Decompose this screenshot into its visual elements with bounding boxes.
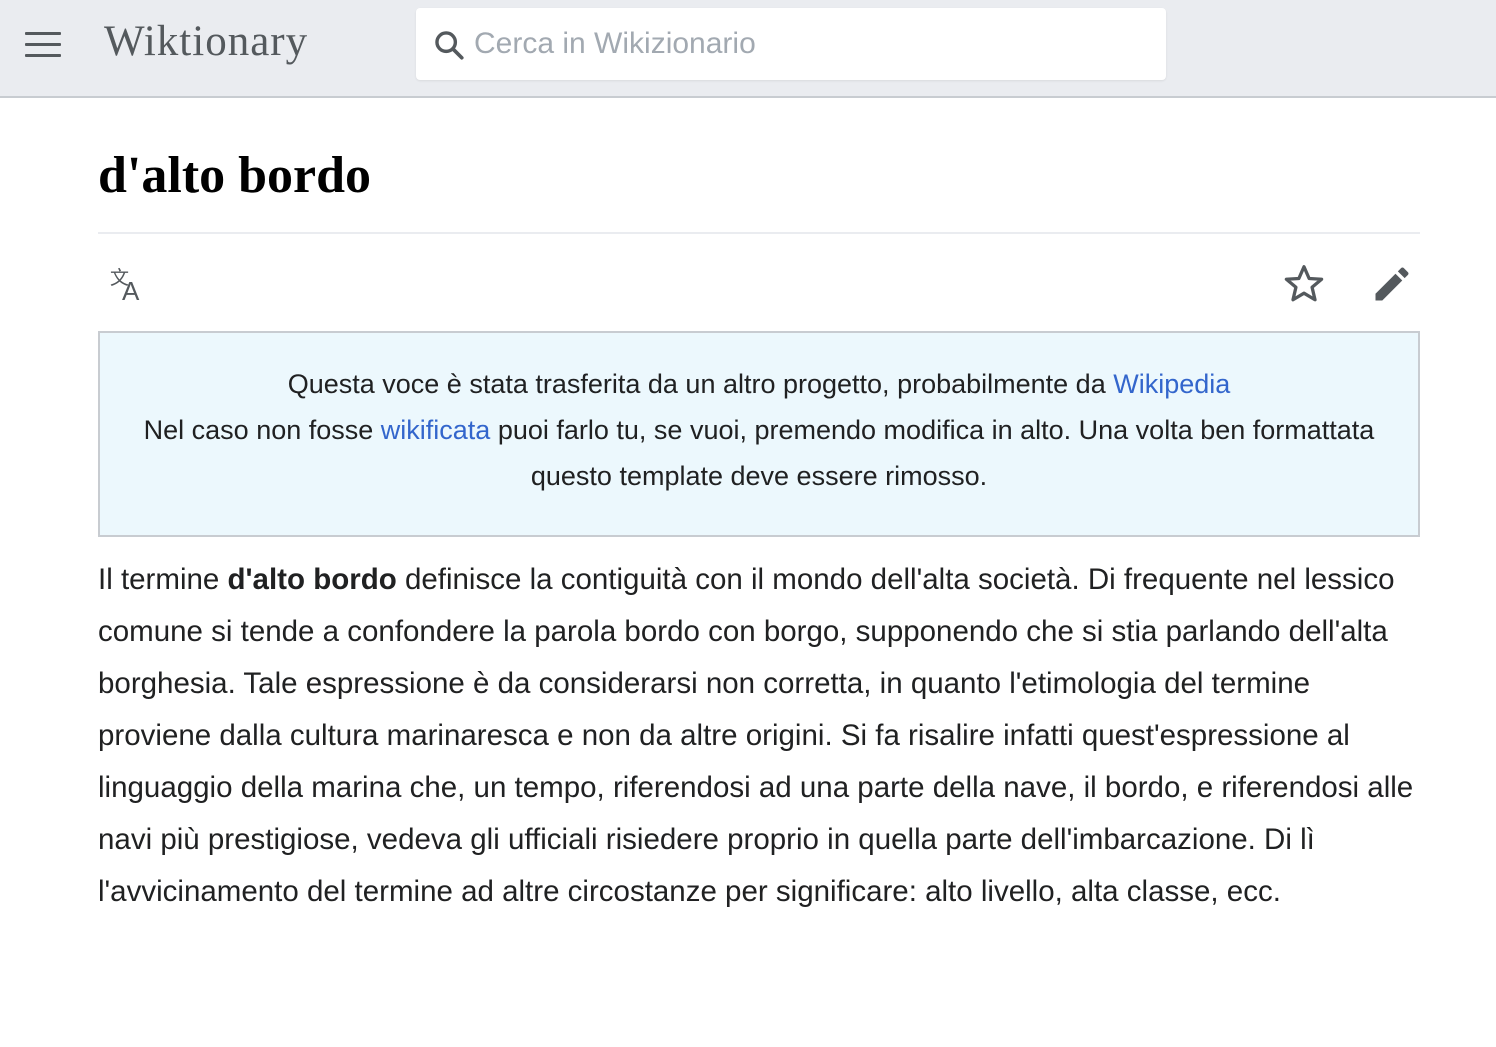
translate-language-icon[interactable]: 文 A	[100, 258, 152, 310]
search-box[interactable]	[416, 8, 1166, 80]
top-header: Wiktionary	[0, 0, 1496, 98]
search-input[interactable]	[474, 8, 1154, 80]
pencil-icon[interactable]	[1366, 258, 1418, 310]
search-icon	[435, 31, 464, 60]
paragraph-intro: Il termine	[98, 563, 228, 596]
article-paragraph: Il termine d'alto bordo definisce la con…	[98, 554, 1420, 918]
site-logo[interactable]: Wiktionary	[104, 16, 308, 68]
svg-text:A: A	[122, 276, 140, 306]
notice-line2-post: puoi farlo tu, se vuoi, premendo modific…	[490, 415, 1375, 491]
notice-line2-pre: Nel caso non fosse	[143, 415, 381, 445]
wikipedia-link[interactable]: Wikipedia	[1113, 369, 1230, 399]
wikificata-link[interactable]: wikificata	[381, 415, 491, 445]
page-actions-bar: 文 A	[98, 252, 1420, 316]
paragraph-text: definisce la contiguità con il mondo del…	[98, 563, 1414, 908]
transfer-notice: Questa voce è stata trasferita da un alt…	[98, 331, 1420, 537]
star-icon[interactable]	[1278, 258, 1330, 310]
notice-line1-text: Questa voce è stata trasferita da un alt…	[287, 369, 1114, 399]
bold-term: d'alto bordo	[227, 563, 397, 596]
title-divider	[98, 232, 1420, 234]
page-title: d'alto bordo	[98, 147, 372, 204]
hamburger-menu-icon[interactable]	[18, 24, 68, 64]
